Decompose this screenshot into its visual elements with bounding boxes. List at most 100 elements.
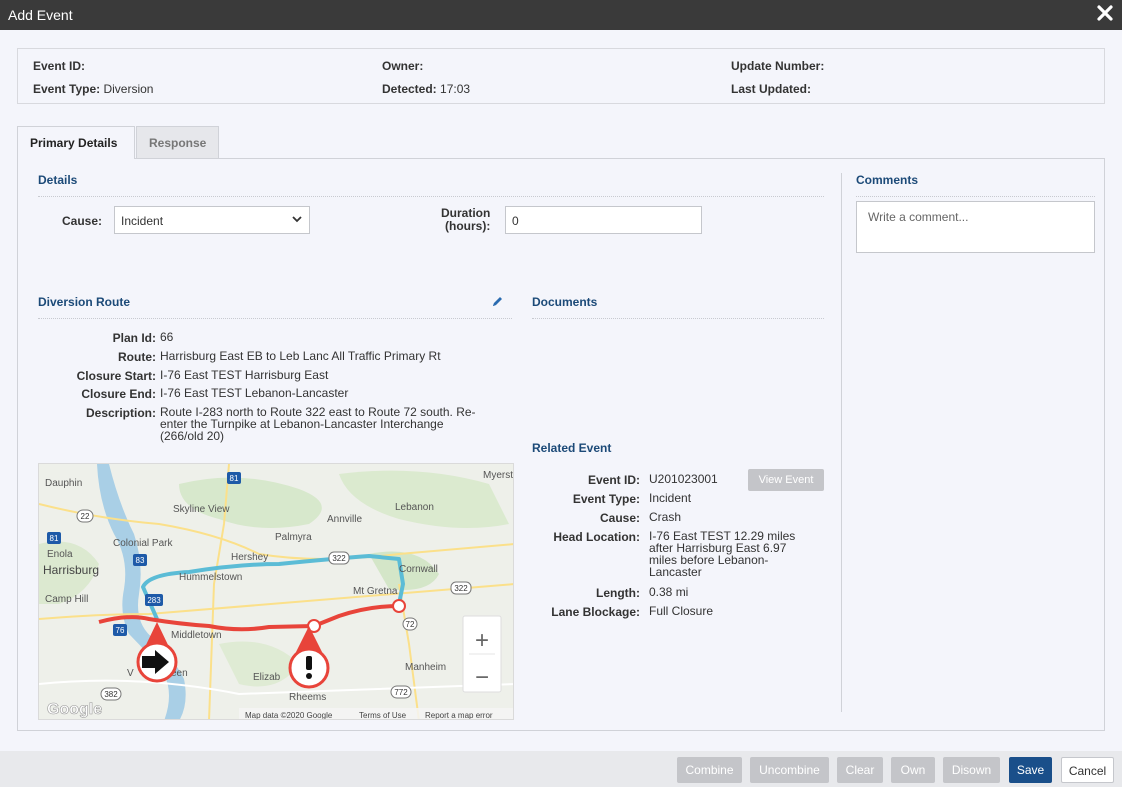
map-label-elizabethtown: Elizab	[253, 672, 281, 683]
head-location-value: I-76 East TEST 12.29 miles after Harrisb…	[649, 529, 796, 579]
close-icon[interactable]	[1096, 4, 1114, 22]
save-button[interactable]: Save	[1009, 757, 1052, 783]
plan-id-value: 66	[160, 330, 174, 344]
zoom-out-button[interactable]: −	[475, 664, 489, 691]
related-event-type-label: Event Type:	[572, 492, 640, 506]
cause-label: Cause:	[62, 214, 103, 228]
related-event-id-value: U201023001	[649, 472, 718, 486]
dialog-body: Event ID: Owner: Update Number: Event Ty…	[0, 30, 1122, 751]
route-point-marker	[392, 599, 406, 613]
map-label-manheim: Manheim	[405, 662, 446, 673]
lane-blockage-label: Lane Blockage:	[551, 605, 640, 619]
details-divider	[38, 196, 824, 197]
tab-response[interactable]: Response	[136, 126, 219, 159]
map-label-annville: Annville	[327, 514, 362, 525]
view-event-button[interactable]: View Event	[748, 469, 824, 491]
length-value: 0.38 mi	[649, 585, 689, 599]
last-updated-field: Last Updated:	[731, 82, 812, 96]
map-label-lebanon: Lebanon	[395, 502, 434, 513]
duration-input[interactable]: 0	[505, 206, 702, 234]
map-label-cornwall: Cornwall	[399, 564, 438, 575]
map-label-camp-hill: Camp Hill	[45, 594, 88, 605]
event-id-field: Event ID:	[33, 59, 86, 73]
cause-selected-value: Incident	[121, 214, 164, 228]
cause-select[interactable]: Incident	[114, 206, 310, 234]
closure-start-label: Closure Start:	[76, 369, 156, 383]
combine-button[interactable]: Combine	[677, 757, 742, 783]
lane-blockage-value: Full Closure	[649, 604, 714, 618]
map-attribution: Map data ©2020 Google	[245, 711, 333, 720]
shield-label: 772	[394, 688, 408, 697]
shield-label: 22	[81, 512, 90, 521]
own-button[interactable]: Own	[891, 757, 935, 783]
disown-button[interactable]: Disown	[943, 757, 1000, 783]
map-label-palmyra: Palmyra	[275, 532, 312, 543]
map-label-dauphin: Dauphin	[45, 478, 82, 489]
diversion-map[interactable]: Dauphin Myersto Skyline View Lebanon Ann…	[38, 463, 514, 720]
comments-divider	[856, 196, 1095, 197]
shield-label: 83	[136, 556, 145, 565]
related-cause-value: Crash	[649, 510, 682, 524]
related-event-title: Related Event	[532, 441, 612, 455]
diversion-details: Plan Id: 66 Route: Harrisburg East EB to…	[18, 331, 518, 451]
pencil-icon[interactable]	[491, 295, 504, 308]
map-label-rheems: Rheems	[289, 692, 326, 703]
tab-primary-details[interactable]: Primary Details	[17, 126, 135, 159]
map-label-colonial-park: Colonial Park	[113, 538, 173, 549]
exclamation-icon	[306, 656, 312, 670]
length-label: Length:	[596, 586, 640, 600]
google-logo: Google	[47, 701, 102, 718]
map-label-myerstown: Myersto	[483, 470, 514, 481]
comments-title: Comments	[856, 173, 919, 187]
closure-end-label: Closure End:	[81, 387, 156, 401]
update-number-field: Update Number:	[731, 59, 825, 73]
uncombine-button[interactable]: Uncombine	[750, 757, 829, 783]
event-summary: Event ID: Owner: Update Number: Event Ty…	[17, 48, 1105, 104]
cancel-button[interactable]: Cancel	[1061, 757, 1114, 783]
chevron-down-icon	[292, 216, 302, 223]
primary-details-panel: Details Cause: Incident Duration (hours)…	[17, 158, 1105, 731]
diversion-divider	[38, 318, 512, 319]
head-location-label: Head Location:	[553, 530, 640, 544]
description-value: Route I-283 north to Route 322 east to R…	[160, 405, 476, 443]
route-label: Route:	[118, 350, 156, 364]
map-label-skyline-view: Skyline View	[173, 504, 230, 515]
comment-input[interactable]: Write a comment...	[856, 201, 1095, 253]
shield-label: 322	[332, 554, 346, 563]
shield-label: 81	[230, 474, 239, 483]
map-label-harrisburg: Harrisburg	[43, 563, 99, 577]
shield-label: 76	[116, 626, 125, 635]
documents-divider	[532, 318, 824, 319]
clear-button[interactable]: Clear	[837, 757, 883, 783]
map-zoom-controls: + −	[462, 615, 502, 693]
route-value: Harrisburg East EB to Leb Lanc All Traff…	[160, 349, 441, 363]
shield-label: 322	[454, 584, 468, 593]
dialog-footer: Combine Uncombine Clear Own Disown Save …	[0, 751, 1122, 787]
map-label-enola: Enola	[47, 549, 73, 560]
closure-start-value: I-76 East TEST Harrisburg East	[160, 368, 329, 382]
map-label-mt-gretna: Mt Gretna	[353, 586, 398, 597]
details-title: Details	[38, 173, 78, 187]
dialog-title: Add Event	[8, 7, 73, 23]
map-label-hershey: Hershey	[231, 552, 268, 563]
event-type-field: Event Type: Diversion	[33, 82, 154, 96]
zoom-in-button[interactable]: +	[475, 627, 489, 654]
description-label: Description:	[85, 406, 156, 420]
terms-link[interactable]: Terms of Use	[359, 711, 407, 720]
map-label-middletown: Middletown	[171, 630, 222, 641]
related-event-type-value: Incident	[649, 491, 692, 505]
related-cause-label: Cause:	[599, 511, 640, 525]
documents-title: Documents	[532, 295, 598, 309]
shield-label: 81	[50, 534, 59, 543]
detected-field: Detected: 17:03	[382, 82, 471, 96]
shield-label: 382	[104, 690, 118, 699]
diversion-route-title: Diversion Route	[38, 295, 131, 309]
report-map-error-link[interactable]: Report a map error	[425, 711, 493, 720]
duration-label: Duration (hours):	[441, 206, 491, 233]
shield-label: 72	[406, 620, 415, 629]
related-event-details: Event ID: U201023001 Event Type: Inciden…	[518, 472, 838, 619]
related-event-id-label: Event ID:	[587, 473, 640, 487]
closure-end-value: I-76 East TEST Lebanon-Lancaster	[160, 386, 349, 400]
map-label-partial: V	[127, 668, 134, 679]
dialog-titlebar: Add Event	[0, 0, 1122, 30]
